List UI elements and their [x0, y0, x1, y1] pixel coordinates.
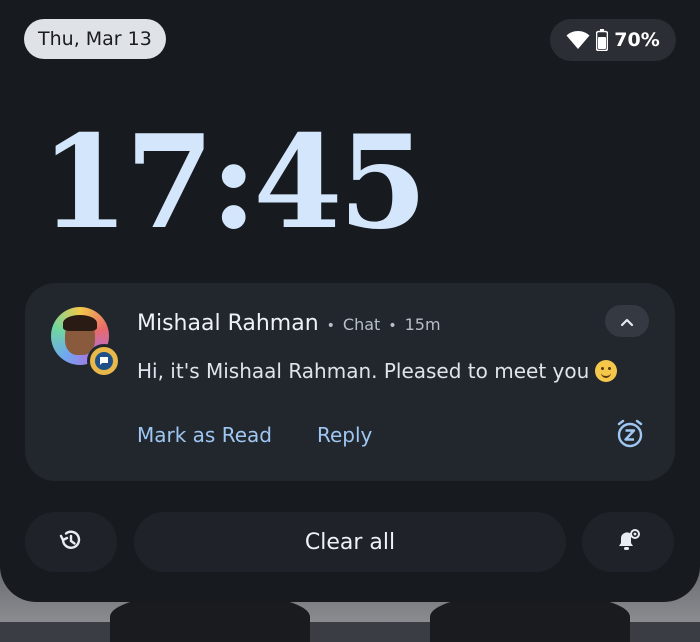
- chevron-up-icon: [620, 312, 634, 331]
- avatar-hair: [63, 315, 97, 331]
- history-icon: [58, 527, 84, 557]
- collapse-button[interactable]: [605, 305, 649, 337]
- notification-header: Mishaal Rahman • Chat • 15m: [137, 311, 441, 336]
- battery-icon: [596, 29, 609, 51]
- status-chip[interactable]: 70%: [550, 19, 676, 61]
- wifi-icon: [566, 30, 590, 50]
- notification-message: Hi, it's Mishaal Rahman. Pleased to meet…: [137, 359, 618, 383]
- notification-app-name: Chat: [342, 315, 381, 334]
- date-chip[interactable]: Thu, Mar 13: [24, 19, 166, 59]
- battery-percent: 70%: [614, 29, 660, 51]
- clear-all-button[interactable]: Clear all: [134, 512, 566, 572]
- notification-settings-button[interactable]: [582, 512, 674, 572]
- lockscreen-clock: 17:45: [40, 108, 427, 258]
- notification-sender: Mishaal Rahman: [137, 311, 319, 336]
- separator-dot: •: [326, 318, 335, 334]
- chat-badge-icon: [87, 344, 121, 378]
- snooze-button[interactable]: [613, 419, 647, 453]
- mark-as-read-button[interactable]: Mark as Read: [137, 423, 272, 447]
- notification-settings-icon: [614, 526, 642, 558]
- notification-history-button[interactable]: [25, 512, 117, 572]
- smiley-emoji-icon: [595, 360, 618, 382]
- separator-dot: •: [388, 318, 397, 334]
- notification-shade: Thu, Mar 13 70% 17:45 Mishaal Rahman • C…: [0, 0, 700, 602]
- reply-button[interactable]: Reply: [317, 423, 372, 447]
- notification-message-text: Hi, it's Mishaal Rahman. Pleased to meet…: [137, 359, 590, 383]
- notification-time: 15m: [404, 315, 441, 334]
- snooze-icon: [614, 418, 646, 454]
- notification-card[interactable]: Mishaal Rahman • Chat • 15m Hi, it's Mis…: [25, 283, 675, 481]
